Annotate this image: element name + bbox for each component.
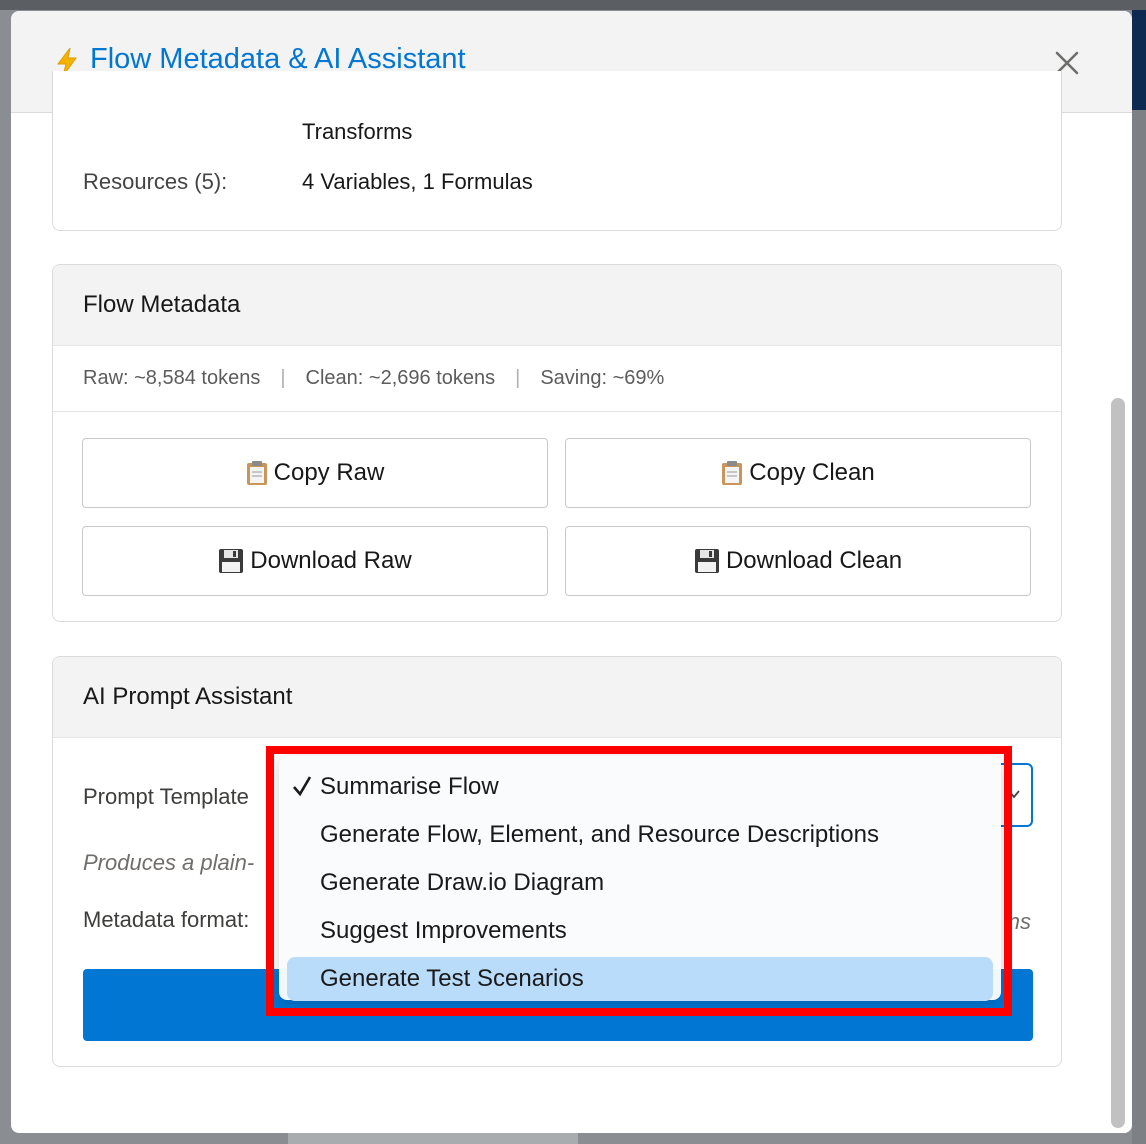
clipboard-icon xyxy=(721,460,743,486)
download-raw-button[interactable]: Download Raw xyxy=(82,526,548,596)
checkmark-icon xyxy=(293,776,312,797)
flow-metadata-header: Flow Metadata xyxy=(53,265,1061,346)
option-label: Generate Draw.io Diagram xyxy=(320,869,605,896)
token-stats: Raw: ~8,584 tokens | Clean: ~2,696 token… xyxy=(53,346,1061,412)
floppy-disk-icon xyxy=(218,548,244,574)
ai-assistant-header: AI Prompt Assistant xyxy=(53,657,1061,738)
token-separator: | xyxy=(280,367,286,389)
metadata-format-label: Metadata format: xyxy=(83,907,250,932)
summary-transforms: Transforms xyxy=(302,119,413,144)
scrollbar-thumb[interactable] xyxy=(1111,398,1125,1128)
dropdown-option-test-scenarios[interactable]: Generate Test Scenarios xyxy=(287,957,993,1001)
backdrop-navbar xyxy=(1132,10,1146,110)
backdrop-right xyxy=(1132,10,1146,1144)
option-label: Summarise Flow xyxy=(320,773,499,800)
floppy-disk-icon xyxy=(694,548,720,574)
backdrop-bottom-fragment xyxy=(288,1132,578,1144)
raw-tokens: Raw: ~8,584 tokens xyxy=(83,367,261,389)
flow-metadata-card: Flow Metadata Raw: ~8,584 tokens | Clean… xyxy=(52,264,1062,622)
dropdown-option-descriptions[interactable]: Generate Flow, Element, and Resource Des… xyxy=(279,813,1001,857)
prompt-template-dropdown: Summarise Flow Generate Flow, Element, a… xyxy=(279,756,1001,1001)
ai-assistant-title: AI Prompt Assistant xyxy=(83,683,293,710)
download-raw-label: Download Raw xyxy=(250,547,412,574)
token-separator: | xyxy=(515,367,521,389)
resources-label: Resources (5): xyxy=(83,169,228,194)
download-clean-button[interactable]: Download Clean xyxy=(565,526,1031,596)
copy-clean-button[interactable]: Copy Clean xyxy=(565,438,1031,508)
flow-metadata-title: Flow Metadata xyxy=(83,291,241,318)
saving-percent: Saving: ~69% xyxy=(540,367,665,389)
clipboard-icon xyxy=(246,460,268,486)
format-token-hint: ns xyxy=(1007,909,1031,934)
dropdown-option-suggest-improvements[interactable]: Suggest Improvements xyxy=(279,909,1001,953)
prompt-template-label: Prompt Template xyxy=(83,784,249,809)
clean-tokens: Clean: ~2,696 tokens xyxy=(305,367,496,389)
backdrop-top xyxy=(0,0,1146,10)
chevron-down-icon xyxy=(1008,790,1020,799)
download-clean-label: Download Clean xyxy=(725,547,903,574)
option-label: Generate Flow, Element, and Resource Des… xyxy=(320,821,879,848)
copy-raw-button[interactable]: Copy Raw xyxy=(82,438,548,508)
resources-value: 4 Variables, 1 Formulas xyxy=(302,169,533,194)
option-label: Generate Test Scenarios xyxy=(320,965,584,992)
copy-clean-label: Copy Clean xyxy=(749,459,875,486)
copy-raw-label: Copy Raw xyxy=(273,459,385,486)
dropdown-option-summarise-flow[interactable]: Summarise Flow xyxy=(279,765,1001,809)
dropdown-option-drawio-diagram[interactable]: Generate Draw.io Diagram xyxy=(279,861,1001,905)
option-label: Suggest Improvements xyxy=(320,917,567,944)
template-description: Produces a plain- xyxy=(83,850,255,875)
flow-summary-card: Transforms Resources (5): 4 Variables, 1… xyxy=(52,71,1062,231)
